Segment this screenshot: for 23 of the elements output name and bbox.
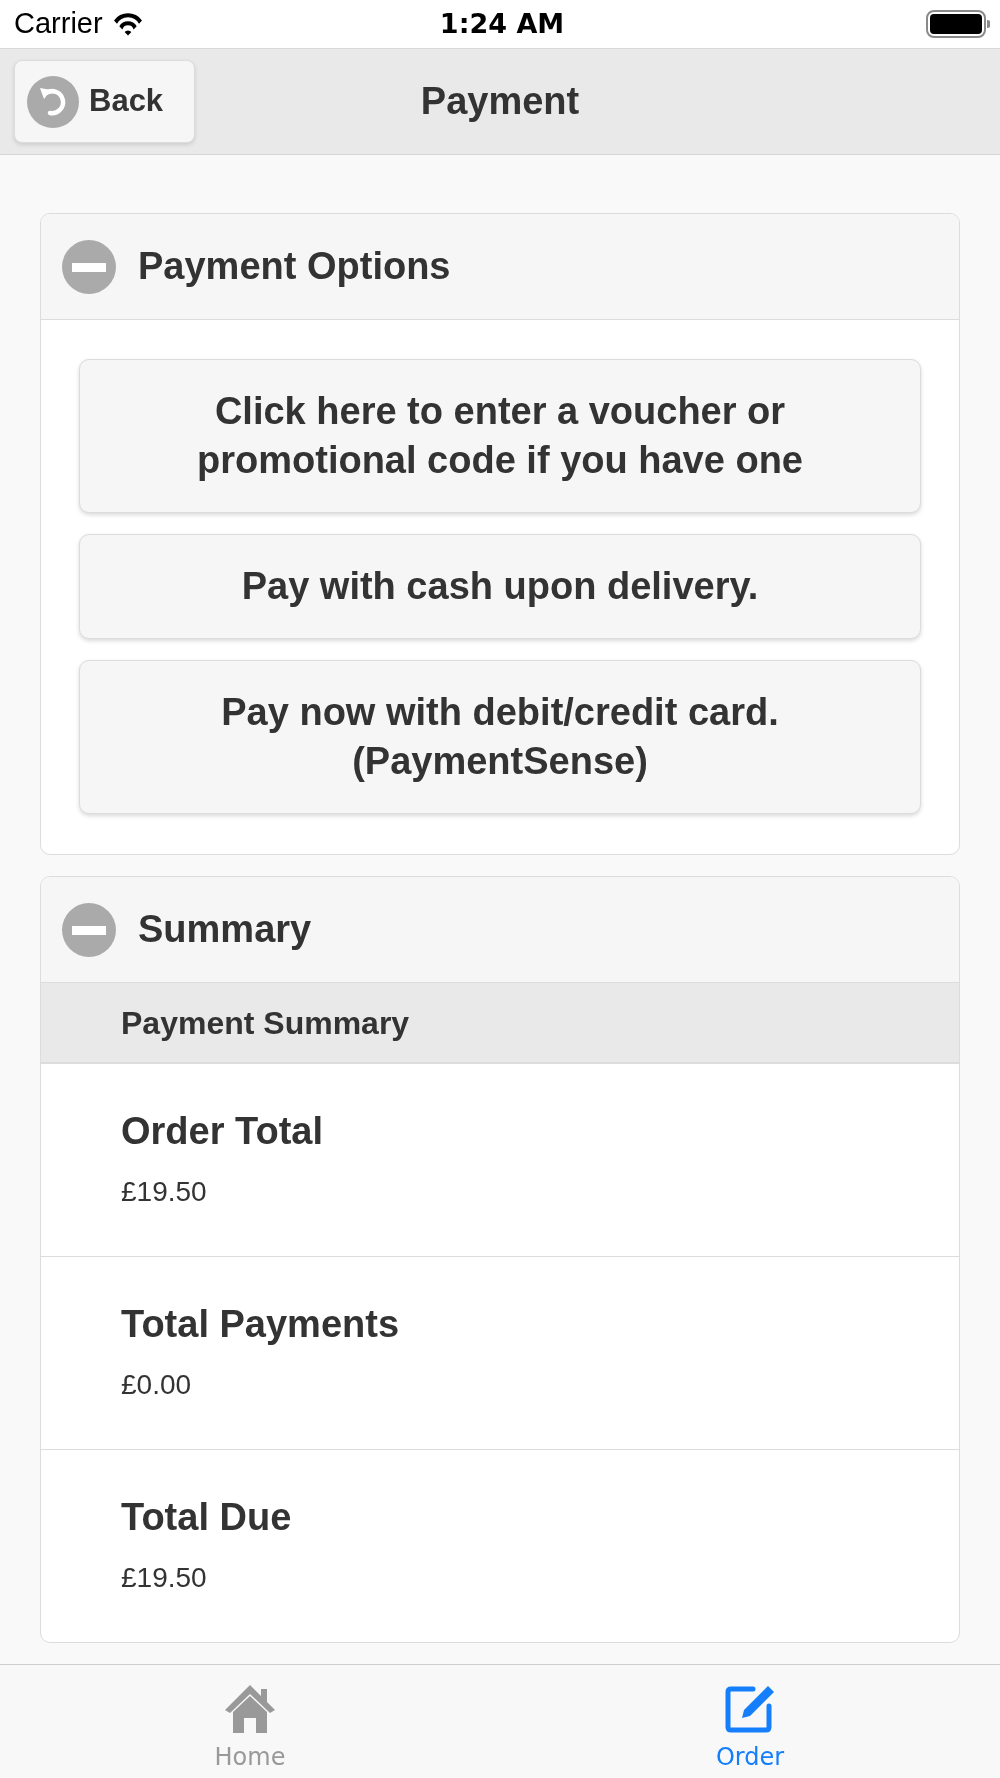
option-button[interactable]: Click here to enter a voucher or promotional code if you have one <box>79 359 921 513</box>
tab-label: Order <box>715 1742 785 1773</box>
section-title: Payment Options <box>138 244 451 289</box>
battery-icon <box>926 10 990 38</box>
status-time: 1:24 AM <box>439 6 565 41</box>
tab-bar-item[interactable]: Order <box>500 1665 1000 1778</box>
option-button[interactable]: Pay now with debit/credit card. (PaymentSense) <box>79 660 921 814</box>
divider-label: Payment Summary <box>121 1003 410 1043</box>
back-button[interactable]: Back <box>14 60 195 143</box>
option-button[interactable]: Pay with cash upon delivery. <box>79 534 921 639</box>
summary-label: Order Total <box>121 1109 324 1154</box>
summary-amount: £0.00 <box>121 1368 193 1402</box>
summary-label: Total Payments <box>121 1302 401 1347</box>
section-title: Summary <box>138 907 312 952</box>
page-title: Payment <box>420 78 580 124</box>
collapsible-header[interactable]: Payment Options <box>41 214 959 320</box>
summary-label: Total Due <box>121 1495 293 1540</box>
summary-amount: £19.50 <box>121 1561 208 1595</box>
carrier-name: Carrier <box>14 6 103 42</box>
summary-amount: £19.50 <box>121 1175 208 1209</box>
wifi-icon <box>112 12 143 36</box>
tab-label: Home <box>214 1742 286 1773</box>
collapsible-header[interactable]: Summary <box>41 877 959 983</box>
